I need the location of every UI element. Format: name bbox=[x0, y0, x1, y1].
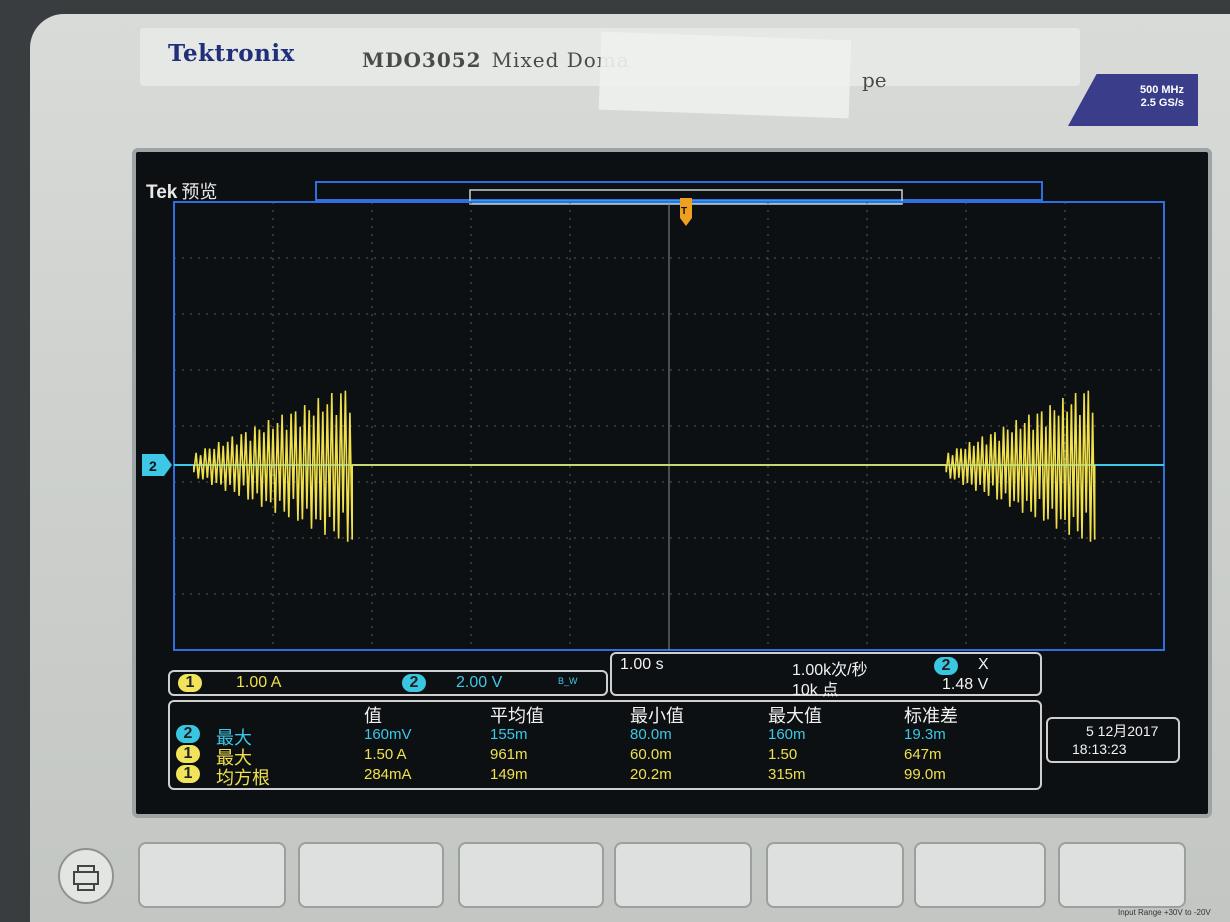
measurement-type[interactable]: 均方根 bbox=[216, 764, 270, 790]
measurement-value: 155m bbox=[490, 726, 528, 743]
measurement-value: 1.50 A bbox=[364, 746, 407, 763]
printer-icon bbox=[73, 865, 99, 891]
sticker-patch bbox=[598, 31, 852, 119]
measurement-value: 961m bbox=[490, 746, 528, 763]
softkey-2[interactable] bbox=[298, 842, 444, 908]
trigger-slope-icon: X bbox=[978, 656, 989, 673]
measurement-value: 99.0m bbox=[904, 766, 946, 783]
trigger-position-marker: T bbox=[680, 198, 692, 226]
measurement-channel-badge[interactable]: 1 bbox=[176, 765, 200, 783]
timebase-trigger-box: 1.00 s 1.00k次/秒 10k 点 2 X 1.48 V bbox=[610, 652, 1042, 699]
model-desc-tail: pe bbox=[862, 68, 887, 92]
measurement-value: 315m bbox=[768, 766, 806, 783]
trigger-level[interactable]: 1.48 V bbox=[942, 676, 988, 694]
measurement-header: 平均值 bbox=[490, 706, 544, 726]
softkey-3[interactable] bbox=[458, 842, 604, 908]
measurement-channel-badge[interactable]: 2 bbox=[176, 725, 200, 743]
ch1-badge[interactable]: 1 bbox=[178, 674, 202, 692]
bandwidth-limit-icon: B_W bbox=[558, 676, 578, 686]
softkey-4[interactable] bbox=[614, 842, 752, 908]
channel-scale-box: 1 1.00 A 2 2.00 V B_W bbox=[168, 670, 608, 696]
samplerate-label: 2.5 GS/s bbox=[1140, 97, 1184, 109]
measurement-panel: 值平均值 最小值 最大值 标准差 2 最大 160mV 155m 80.0m 160m 19.3m… bbox=[168, 700, 1042, 790]
ch1-trace bbox=[193, 390, 1096, 542]
ch1-burst bbox=[945, 390, 1096, 542]
time-label: 18:13:23 bbox=[1072, 741, 1127, 757]
ch2-ground-marker: 2 bbox=[142, 454, 172, 476]
measurement-value: 647m bbox=[904, 746, 942, 763]
record-view-frame bbox=[315, 181, 1043, 201]
measurement-value: 19.3m bbox=[904, 726, 946, 743]
softkey-5[interactable] bbox=[766, 842, 904, 908]
measurement-value: 160mV bbox=[364, 726, 412, 743]
measurement-header: 标准差 bbox=[904, 706, 958, 726]
measurement-value: 60.0m bbox=[630, 746, 672, 763]
measurement-value: 80.0m bbox=[630, 726, 672, 743]
measurement-value: 284mA bbox=[364, 766, 412, 783]
time-per-div[interactable]: 1.00 s bbox=[620, 656, 664, 674]
scope-screen: Tek 预览 2 T 1 1.00 A 2 2.00 V B_W 1.00 s 1… bbox=[132, 148, 1212, 818]
measurement-value: 1.50 bbox=[768, 746, 798, 763]
ch2-badge[interactable]: 2 bbox=[402, 674, 426, 692]
ch2-marker-label: 2 bbox=[149, 458, 157, 474]
softkey-7[interactable] bbox=[1058, 842, 1186, 908]
input-range-label: Input Range +30V to -20V bbox=[1118, 908, 1211, 917]
measurement-channel-badge[interactable]: 1 bbox=[176, 745, 200, 763]
softkey-6[interactable] bbox=[914, 842, 1046, 908]
measurement-header: 值 bbox=[364, 706, 382, 726]
model-label: MDO3052 Mixed Doma bbox=[362, 48, 630, 72]
datetime-box: 5 12月2017 18:13:23 bbox=[1046, 717, 1180, 763]
measurement-value: 160m bbox=[768, 726, 806, 743]
date-label: 5 12月2017 bbox=[1086, 723, 1159, 739]
measurement-header: 最小值 bbox=[630, 706, 684, 726]
softkey-1[interactable] bbox=[138, 842, 286, 908]
trigger-marker-label: T bbox=[681, 206, 687, 217]
ch1-scale[interactable]: 1.00 A bbox=[236, 674, 281, 692]
brand-logo: Tektronix bbox=[168, 40, 295, 67]
measurement-value: 149m bbox=[490, 766, 528, 783]
record-length: 10k 点 bbox=[792, 682, 839, 699]
ch2-scale[interactable]: 2.00 V bbox=[456, 674, 502, 692]
measurement-header: 最大值 bbox=[768, 706, 822, 726]
measurement-value: 20.2m bbox=[630, 766, 672, 783]
print-button[interactable] bbox=[58, 848, 114, 904]
trigger-source-badge[interactable]: 2 bbox=[934, 657, 958, 675]
model-name: MDO3052 bbox=[362, 48, 482, 72]
